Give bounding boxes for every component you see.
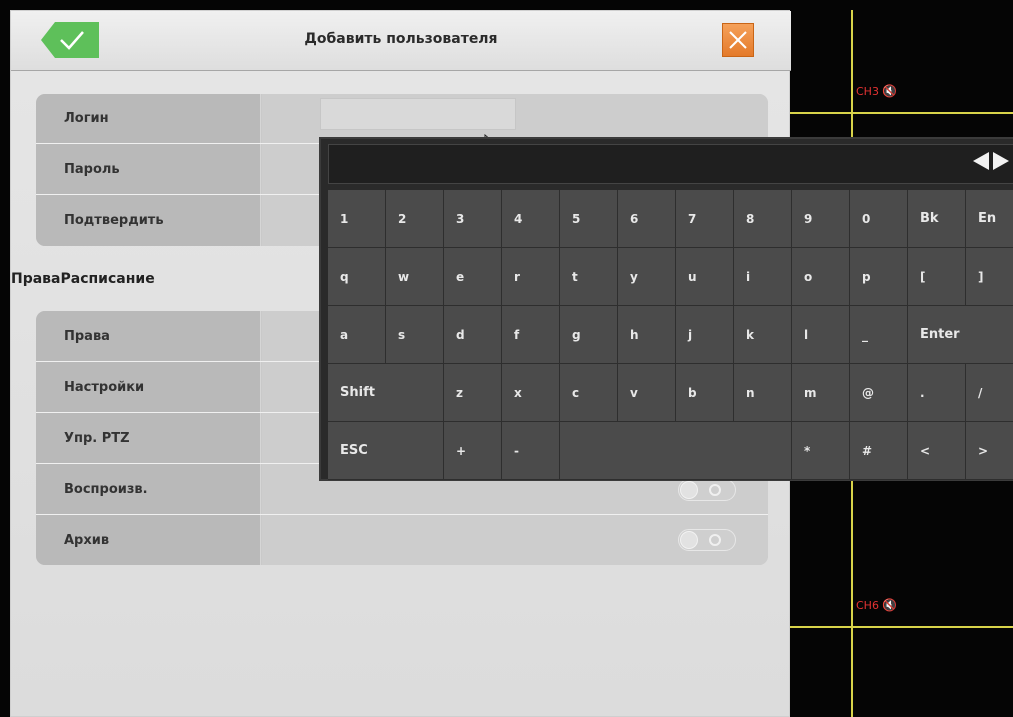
key[interactable]: k: [734, 306, 792, 364]
key[interactable]: *: [792, 422, 850, 480]
dialog-title: Добавить пользователя: [304, 31, 498, 47]
playback-label: Воспроизв.: [36, 464, 261, 514]
archive-toggle[interactable]: [678, 529, 736, 551]
key[interactable]: j: [676, 306, 734, 364]
key[interactable]: Enter: [908, 306, 1013, 364]
key[interactable]: 4: [502, 190, 560, 248]
confirm-password-label: Подтвердить: [36, 195, 261, 246]
key[interactable]: d: [444, 306, 502, 364]
key[interactable]: y: [618, 248, 676, 306]
key[interactable]: b: [676, 364, 734, 422]
close-button[interactable]: [722, 23, 754, 57]
key[interactable]: s: [386, 306, 444, 364]
key[interactable]: ESC: [328, 422, 444, 480]
key[interactable]: -: [502, 422, 560, 480]
archive-label: Архив: [36, 515, 261, 565]
login-label: Логин: [36, 94, 261, 143]
playback-toggle[interactable]: [678, 479, 736, 501]
camera-name: CH6: [856, 598, 879, 612]
key[interactable]: a: [328, 306, 386, 364]
key[interactable]: Bk: [908, 190, 966, 248]
key[interactable]: z: [444, 364, 502, 422]
camera-label-ch3: CH3 🔇: [856, 84, 897, 98]
toggle-knob: [680, 531, 698, 549]
camera-name: CH3: [856, 84, 879, 98]
settings-label: Настройки: [36, 362, 261, 412]
key[interactable]: _: [850, 306, 908, 364]
key[interactable]: +: [444, 422, 502, 480]
key[interactable]: e: [444, 248, 502, 306]
key[interactable]: x: [502, 364, 560, 422]
key[interactable]: 9: [792, 190, 850, 248]
ptz-label: Упр. PTZ: [36, 413, 261, 463]
key[interactable]: c: [560, 364, 618, 422]
key[interactable]: q: [328, 248, 386, 306]
key[interactable]: /: [966, 364, 1013, 422]
toggle-off-indicator: [709, 534, 721, 546]
password-label: Пароль: [36, 144, 261, 194]
key[interactable]: @: [850, 364, 908, 422]
key[interactable]: l: [792, 306, 850, 364]
key[interactable]: #: [850, 422, 908, 480]
login-input[interactable]: [320, 98, 516, 130]
key[interactable]: 7: [676, 190, 734, 248]
key[interactable]: 8: [734, 190, 792, 248]
dialog-header: Добавить пользователя: [11, 11, 791, 71]
key[interactable]: h: [618, 306, 676, 364]
key[interactable]: <: [908, 422, 966, 480]
virtual-keyboard: 1 2 3 4 5 6 7 8 9 0 Bk En q w e r t y u i o p[] a s d f g h j k l _ Ente…: [319, 137, 1013, 481]
camera-label-ch6: CH6 🔇: [856, 598, 897, 612]
key[interactable]: [: [908, 248, 966, 306]
archive-row: Архив: [36, 515, 768, 565]
key[interactable]: g: [560, 306, 618, 364]
key[interactable]: f: [502, 306, 560, 364]
key[interactable]: v: [618, 364, 676, 422]
key[interactable]: w: [386, 248, 444, 306]
key[interactable]: n: [734, 364, 792, 422]
key[interactable]: 5: [560, 190, 618, 248]
key-space[interactable]: [560, 422, 792, 480]
key[interactable]: p: [850, 248, 908, 306]
key[interactable]: En: [966, 190, 1013, 248]
muted-speaker-icon: 🔇: [881, 84, 897, 98]
key[interactable]: u: [676, 248, 734, 306]
key[interactable]: >: [966, 422, 1013, 480]
muted-speaker-icon: 🔇: [881, 598, 897, 612]
keyboard-layout-switch-icon[interactable]: [973, 151, 1009, 171]
rights-label: Права: [36, 311, 261, 361]
grid-divider-horizontal-bottom: [790, 626, 1013, 628]
keyboard-input-bar: [328, 144, 1013, 184]
toggle-knob: [680, 481, 698, 499]
grid-divider-horizontal-top: [790, 112, 1013, 114]
key[interactable]: .: [908, 364, 966, 422]
key[interactable]: 1: [328, 190, 386, 248]
tab-rights-schedule[interactable]: ПраваРасписание: [11, 271, 155, 287]
key[interactable]: 2: [386, 190, 444, 248]
key[interactable]: 0: [850, 190, 908, 248]
key[interactable]: Shift: [328, 364, 444, 422]
key[interactable]: r: [502, 248, 560, 306]
toggle-off-indicator: [709, 484, 721, 496]
key[interactable]: 3: [444, 190, 502, 248]
key[interactable]: m: [792, 364, 850, 422]
key[interactable]: t: [560, 248, 618, 306]
key[interactable]: o: [792, 248, 850, 306]
close-icon: [729, 31, 747, 49]
key[interactable]: i: [734, 248, 792, 306]
key[interactable]: ]: [966, 248, 1013, 306]
key[interactable]: 6: [618, 190, 676, 248]
